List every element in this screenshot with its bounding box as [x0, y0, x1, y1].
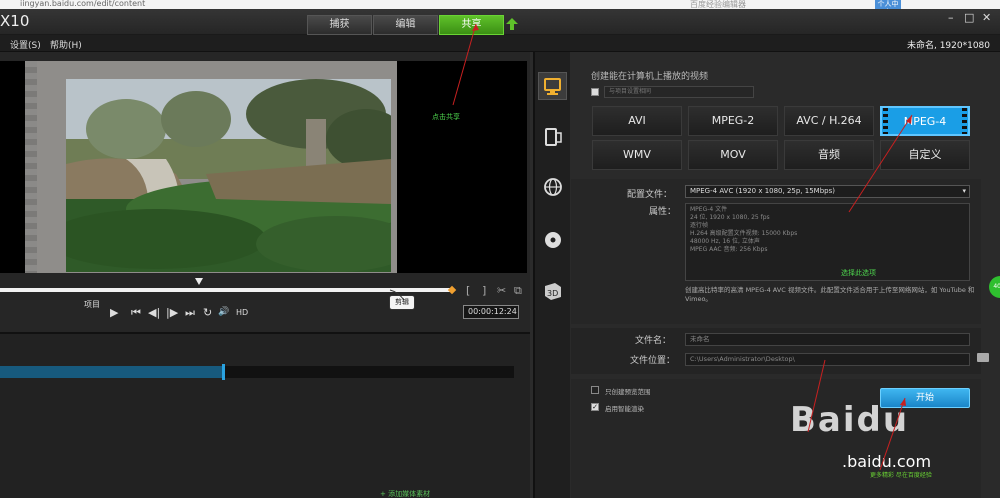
project-name: 未命名, 1920*1080 [906, 41, 990, 51]
close-icon[interactable]: ✕ [982, 11, 991, 24]
app-title: X10 [0, 12, 30, 30]
project-mode-label[interactable]: 项目 [84, 299, 100, 310]
same-as-project-checkbox[interactable] [591, 88, 599, 96]
timeline-clip[interactable] [0, 366, 223, 378]
format-avi[interactable]: AVI [592, 106, 682, 136]
property-line: 逐行帧 [690, 222, 709, 229]
title-bar: X10 捕获 编辑 共享 – □ ✕ [0, 9, 1000, 35]
home-icon[interactable]: ⏮ [131, 306, 141, 320]
menu-settings[interactable]: 设置(S) [10, 38, 41, 51]
playback-controls: 项目 ▶ ⏮ ◀| |▶ ⏭ ↻ 🔊 HD [ ] ✂ ⧉ 00:00:12:2… [0, 284, 530, 324]
volume-icon[interactable]: 🔊 [218, 307, 229, 317]
profile-value: MPEG-4 AVC (1920 x 1080, 25p, 15Mbps) [690, 187, 835, 195]
smart-render-checkbox[interactable]: ✓ [591, 403, 599, 411]
film-strip-left [883, 108, 888, 134]
timeline-track[interactable] [0, 364, 514, 380]
tab-share[interactable]: 共享 [439, 15, 504, 35]
prev-frame-icon[interactable]: ◀| [148, 306, 160, 319]
timecode-field[interactable]: 00:00:12:24 [463, 305, 519, 319]
format-wmv[interactable]: WMV [592, 140, 682, 170]
format-mpeg4-label: MPEG-4 [903, 115, 947, 128]
film-strip-right [962, 108, 967, 134]
mark-out-button[interactable]: ] [482, 284, 486, 297]
computer-category[interactable] [538, 72, 567, 100]
menu-bar: 设置(S) 帮助(H) 未命名, 1920*1080 [0, 35, 1000, 52]
filename-label: 文件名： [635, 336, 672, 346]
scrub-end-marker[interactable] [447, 285, 457, 295]
maximize-icon[interactable]: □ [964, 11, 974, 24]
profile-description: 创建高比特率的高清 MPEG-4 AVC 视频文件。此配置文件适合用于上传至网络… [685, 286, 975, 303]
location-input[interactable]: C:\Users\Administrator\Desktop\ [685, 353, 970, 366]
properties-label: 属性： [649, 207, 677, 217]
preview-wall [25, 61, 37, 273]
format-mov[interactable]: MOV [688, 140, 778, 170]
next-frame-icon[interactable]: |▶ [166, 306, 178, 319]
menu-help[interactable]: 帮助(H) [50, 38, 82, 51]
property-line: H.264 高级配置文件视频: 15000 Kbps [690, 230, 798, 237]
timeline-pane: + 添加媒体素材 [0, 332, 530, 498]
smart-render-label: 启用智能渲染 [605, 405, 644, 413]
output-panel: 文件名： 未命名 文件位置： C:\Users\Administrator\De… [571, 328, 981, 374]
format-custom[interactable]: 自定义 [880, 140, 970, 170]
upload-arrow-icon[interactable] [505, 17, 519, 31]
end-icon[interactable]: ⏭ [185, 306, 195, 320]
profile-dropdown[interactable]: MPEG-4 AVC (1920 x 1080, 25p, 15Mbps) ▾ [685, 185, 970, 198]
monitor-icon [544, 78, 561, 95]
play-icon[interactable]: ▶ [110, 306, 118, 319]
browser-strip: iingyan.baidu.com/edit/content 百度经验编辑器 个… [0, 0, 1000, 9]
video-preview[interactable]: 点击共享 [0, 61, 527, 273]
split-icon[interactable]: ✂ [497, 284, 506, 297]
workspace-tabs: 捕获 编辑 共享 [307, 15, 505, 35]
tab-capture[interactable]: 捕获 [307, 15, 372, 35]
preview-frame-image [66, 79, 391, 272]
svg-text:3D: 3D [547, 289, 558, 298]
mark-in-button[interactable]: [ [466, 284, 470, 297]
3d-icon[interactable]: 3D [542, 280, 564, 302]
timeline-add-media[interactable]: + 添加媒体素材 [380, 489, 430, 498]
format-mpeg2[interactable]: MPEG-2 [688, 106, 778, 136]
format-grid: AVI MPEG-2 AVC / H.264 MPEG-4 WMV MOV 音频… [592, 106, 971, 170]
project-settings-dropdown[interactable]: 与项目设置相同 [604, 86, 754, 98]
format-avc-h264[interactable]: AVC / H.264 [784, 106, 874, 136]
browser-right-text: 百度经验编辑器 [690, 0, 746, 9]
browser-extra-button[interactable]: 个人中心 [875, 0, 901, 9]
location-label: 文件位置： [630, 356, 676, 366]
share-section-title: 创建能在计算机上播放的视频 [591, 72, 709, 82]
filename-input[interactable]: 未命名 [685, 333, 970, 346]
property-line: 48000 Hz, 16 位, 立体声 [690, 238, 760, 245]
scrub-bar[interactable] [0, 288, 452, 292]
repeat-icon[interactable]: ↻ [203, 306, 212, 319]
disc-icon[interactable] [542, 229, 564, 251]
format-audio[interactable]: 音频 [784, 140, 874, 170]
properties-box: MPEG-4 文件 24 位, 1920 x 1080, 25 fps 逐行帧 … [685, 203, 970, 281]
annotation-click-share: 点击共享 [432, 113, 460, 121]
watermark-logo: Baidu [790, 400, 910, 440]
web-globe-icon[interactable] [542, 176, 564, 198]
scrub-head[interactable] [195, 278, 203, 285]
minimize-icon[interactable]: – [948, 11, 954, 24]
watermark-domain: .baidu.com [842, 452, 932, 471]
format-mpeg4[interactable]: MPEG-4 [880, 106, 970, 136]
baidu-watermark: Baidu .baidu.com 更多精彩 尽在百度经验 [780, 400, 980, 479]
annotation-select-option: 选择此选项 [841, 269, 876, 277]
screenshot-root: iingyan.baidu.com/edit/content 百度经验编辑器 个… [0, 0, 1000, 498]
chevron-down-icon: ▾ [962, 187, 966, 195]
copy-icon[interactable]: ⧉ [514, 284, 522, 298]
profile-label: 配置文件： [627, 190, 673, 200]
browser-url[interactable]: iingyan.baidu.com/edit/content [20, 0, 145, 8]
property-line: 24 位, 1920 x 1080, 25 fps [690, 214, 770, 221]
property-line: MPEG-4 文件 [690, 206, 728, 213]
folder-icon[interactable] [977, 353, 989, 362]
preview-range-label: 只创建预览范围 [605, 388, 651, 396]
hd-button[interactable]: HD [236, 308, 248, 317]
watermark-tagline: 更多精彩 尽在百度经验 [870, 472, 932, 479]
preview-range-checkbox[interactable] [591, 386, 599, 394]
property-line: MPEG AAC 音频: 256 Kbps [690, 246, 768, 253]
share-category-bar: 3D [535, 52, 570, 498]
preview-pane: 点击共享 剪辑 项目 ▶ ⏮ ◀| |▶ ⏭ ↻ 🔊 HD [ ] ✂ ⧉ 00… [0, 52, 530, 332]
tab-edit[interactable]: 编辑 [373, 15, 438, 35]
device-icon[interactable] [542, 126, 564, 148]
profile-panel: 配置文件： MPEG-4 AVC (1920 x 1080, 25p, 15Mb… [571, 179, 981, 324]
timeline-cursor[interactable] [222, 364, 225, 380]
